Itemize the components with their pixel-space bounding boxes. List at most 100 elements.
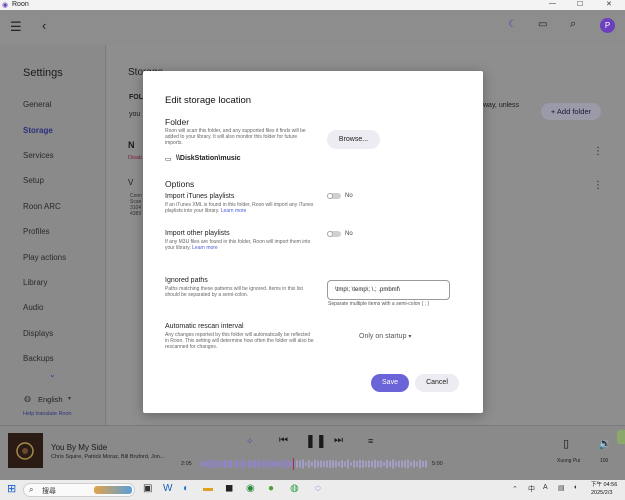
waveform-bar bbox=[350, 462, 352, 466]
radio-icon[interactable]: ✧ bbox=[246, 436, 254, 447]
other-learn-more-link[interactable]: Learn more bbox=[192, 245, 218, 251]
side-chat-tab[interactable] bbox=[617, 430, 625, 444]
import-itunes-toggle[interactable] bbox=[327, 193, 341, 199]
help-translate-link[interactable]: Help translate Roon bbox=[23, 411, 72, 417]
waveform-bar bbox=[254, 460, 256, 468]
track-artists[interactable]: Chris Squire, Patrick Moraz, Bill Brufor… bbox=[51, 454, 169, 460]
taskbar-search-box[interactable]: ⌕ 搜尋 bbox=[23, 483, 135, 497]
scroll-down-chevron-icon[interactable]: ⌄ bbox=[49, 370, 56, 379]
hamburger-menu-icon[interactable]: ☰ bbox=[10, 19, 22, 35]
waveform-bar bbox=[329, 460, 331, 468]
toggle-knob bbox=[327, 193, 333, 199]
tray-network-icon[interactable]: ▤ bbox=[558, 484, 565, 492]
rescan-interval-select[interactable]: Only on startup ▾ bbox=[359, 333, 411, 340]
sidebar-item-play-actions[interactable]: Play actions bbox=[23, 253, 66, 262]
waveform-bar bbox=[302, 459, 304, 469]
edge-app-icon[interactable]: ◐ bbox=[183, 483, 189, 494]
waveform-bar bbox=[344, 461, 346, 467]
back-arrow-icon[interactable]: ‹ bbox=[42, 18, 46, 33]
waveform-bar bbox=[341, 459, 343, 469]
album-art[interactable] bbox=[8, 433, 43, 468]
storage-row-1-title: N bbox=[128, 140, 135, 150]
row-1-more-icon[interactable]: ⋮ bbox=[593, 146, 603, 157]
waveform-seekbar[interactable] bbox=[200, 458, 428, 470]
activity-icon[interactable]: ☾ bbox=[508, 19, 517, 30]
bookmark-icon[interactable]: ▭ bbox=[538, 19, 547, 30]
word-app-icon[interactable]: W bbox=[163, 483, 172, 494]
close-window-button[interactable]: ✕ bbox=[606, 0, 612, 8]
sidebar-item-displays[interactable]: Displays bbox=[23, 329, 53, 338]
ignored-paths-input[interactable]: \tmp\; \temp\; \.; .pmbmf\ bbox=[327, 280, 450, 300]
previous-track-icon[interactable]: ⏮ bbox=[279, 435, 288, 446]
storage-row-2-details: Conn Scan 3104 4389 bbox=[130, 193, 142, 217]
storage-row-2-title: V bbox=[128, 178, 134, 187]
tray-lang-icon[interactable]: 中 bbox=[528, 484, 535, 494]
waveform-bar bbox=[356, 461, 358, 467]
waveform-bar bbox=[383, 462, 385, 466]
import-other-state: No bbox=[345, 231, 353, 237]
import-itunes-label: Import iTunes playlists bbox=[165, 193, 235, 200]
waveform-bar bbox=[386, 459, 388, 469]
taskbar-clock[interactable]: 下午 04:56 2025/2/3 bbox=[591, 481, 617, 497]
waveform-bar bbox=[332, 460, 334, 468]
volume-icon[interactable]: 🔉 bbox=[598, 437, 612, 450]
waveform-bar bbox=[206, 461, 208, 467]
clock-date: 2025/2/3 bbox=[591, 490, 613, 496]
import-other-description: If any M3U files are found in this folde… bbox=[165, 239, 311, 251]
options-heading: Options bbox=[165, 179, 195, 189]
file-explorer-icon[interactable]: ▬ bbox=[203, 483, 213, 494]
sidebar-item-services[interactable]: Services bbox=[23, 151, 54, 160]
minimize-button[interactable]: — bbox=[549, 0, 556, 7]
tray-volume-icon[interactable]: ◖ bbox=[573, 484, 577, 491]
app-icon-4[interactable]: ◼ bbox=[225, 483, 233, 494]
line-app-icon[interactable]: ● bbox=[268, 483, 274, 494]
windows-taskbar: ⊞ ⌕ 搜尋 ▣ W ◐ ▬ ◼ ◉ ● ◍ ◌ ⌃ 中 A ▤ ◖ 下午 04… bbox=[0, 480, 625, 500]
cancel-button[interactable]: Cancel bbox=[415, 374, 459, 392]
folder-description: Roon will scan this folder, and any supp… bbox=[165, 128, 306, 146]
waveform-bar bbox=[314, 459, 316, 469]
pause-icon[interactable]: ❚❚ bbox=[305, 433, 327, 449]
windows-start-icon[interactable]: ⊞ bbox=[7, 482, 16, 495]
row-2-more-icon[interactable]: ⋮ bbox=[593, 180, 603, 191]
browse-button[interactable]: Browse... bbox=[327, 130, 380, 149]
language-dropdown-icon[interactable]: ▾ bbox=[68, 395, 71, 402]
waveform-bar bbox=[404, 460, 406, 468]
tray-chevron-icon[interactable]: ⌃ bbox=[512, 485, 518, 493]
save-button[interactable]: Save bbox=[371, 374, 409, 392]
track-title[interactable]: You By My Side bbox=[51, 443, 107, 452]
settings-title: Settings bbox=[23, 67, 63, 79]
sidebar-item-general[interactable]: General bbox=[23, 100, 51, 109]
sidebar-item-backups[interactable]: Backups bbox=[23, 354, 54, 363]
waveform-bar bbox=[200, 462, 202, 466]
queue-icon[interactable]: ≡ bbox=[368, 436, 373, 446]
chrome-app-icon[interactable]: ◉ bbox=[246, 483, 255, 494]
waveform-bar bbox=[296, 460, 298, 468]
search-icon[interactable]: ⌕ bbox=[570, 18, 576, 31]
task-view-icon[interactable]: ▣ bbox=[143, 483, 152, 494]
sidebar-item-library[interactable]: Library bbox=[23, 278, 47, 287]
speaker-zone-icon[interactable]: ▯ bbox=[563, 437, 569, 450]
sidebar-item-profiles[interactable]: Profiles bbox=[23, 227, 50, 236]
sidebar-item-audio[interactable]: Audio bbox=[23, 303, 43, 312]
tray-ime-icon[interactable]: A bbox=[543, 484, 548, 491]
waveform-bar bbox=[224, 459, 226, 469]
profile-avatar[interactable]: P bbox=[600, 18, 615, 33]
settings-sidebar bbox=[0, 45, 106, 425]
maximize-button[interactable]: ☐ bbox=[577, 0, 583, 8]
sidebar-item-roon-arc[interactable]: Roon ARC bbox=[23, 202, 61, 211]
storage-row-1-status: Disab bbox=[128, 155, 143, 161]
waveform-bar bbox=[263, 460, 265, 468]
sidebar-item-setup[interactable]: Setup bbox=[23, 176, 44, 185]
itunes-learn-more-link[interactable]: Learn more bbox=[221, 208, 247, 214]
import-other-toggle[interactable] bbox=[327, 231, 341, 237]
add-folder-button[interactable]: + Add folder bbox=[541, 103, 601, 120]
zone-name[interactable]: Xuong Pui bbox=[557, 458, 580, 464]
waveform-bar bbox=[209, 459, 211, 469]
sidebar-item-storage[interactable]: Storage bbox=[23, 126, 53, 135]
language-select[interactable]: English bbox=[38, 395, 63, 404]
folder-icon: ▭ bbox=[165, 156, 172, 163]
app-icon-7[interactable]: ◍ bbox=[290, 483, 299, 494]
waveform-bar bbox=[338, 461, 340, 467]
next-track-icon[interactable]: ⏭ bbox=[334, 435, 343, 446]
roon-taskbar-icon[interactable]: ◌ bbox=[315, 483, 321, 494]
